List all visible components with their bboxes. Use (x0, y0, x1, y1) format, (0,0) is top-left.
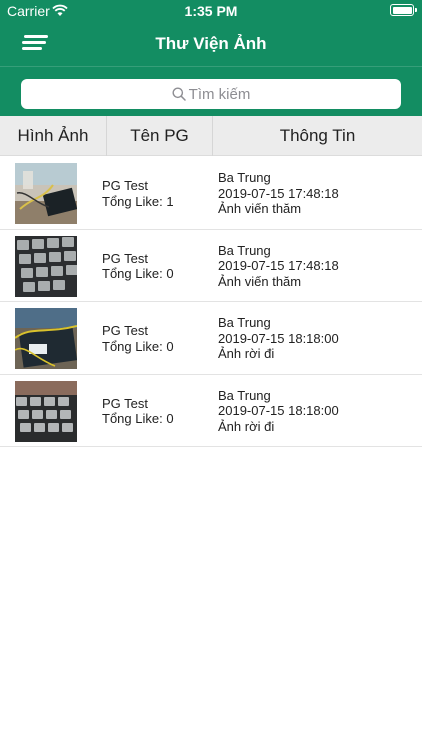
person-name: Ba Trung (218, 170, 271, 185)
pg-cell: PG Test Tổng Like: 0 (102, 323, 174, 354)
table-row[interactable]: PG Test Tổng Like: 0 Ba Trung 2019-07-15… (0, 302, 422, 375)
column-header-info: Thông Tin (279, 126, 356, 145)
like-count: Tổng Like: 0 (102, 266, 174, 281)
photo-note: Ảnh viến thăm (218, 201, 302, 216)
photo-thumbnail[interactable] (15, 308, 77, 369)
photo-thumbnail[interactable] (15, 163, 77, 224)
table-row[interactable]: PG Test Tổng Like: 0 Ba Trung 2019-07-15… (0, 375, 422, 447)
pg-cell: PG Test Tổng Like: 0 (102, 396, 174, 427)
like-count: Tổng Like: 1 (102, 193, 174, 209)
photo-datetime: 2019-07-15 17:48:18 (218, 258, 339, 273)
search-icon (172, 87, 186, 101)
info-cell: Ba Trung 2019-07-15 18:18:00 Ảnh rời đi (218, 315, 339, 362)
pg-cell: PG Test Tổng Like: 1 (102, 178, 174, 209)
person-name: Ba Trung (218, 387, 271, 403)
info-cell: Ba Trung 2019-07-15 18:18:00 Ảnh rời đi (218, 388, 339, 435)
photo-datetime: 2019-07-15 17:48:18 (218, 185, 339, 201)
info-cell: Ba Trung 2019-07-15 17:48:18 Ảnh viến th… (218, 243, 339, 290)
info-cell: Ba Trung 2019-07-15 17:48:18 Ảnh viến th… (218, 170, 339, 217)
photo-note: Ảnh rời đi (218, 418, 275, 434)
table-header: Hình Ảnh Tên PG Thông Tin (0, 116, 422, 156)
pg-name: PG Test (102, 178, 149, 193)
table-row[interactable]: PG Test Tổng Like: 1 Ba Trung 2019-07-15… (0, 157, 422, 230)
like-count: Tổng Like: 0 (102, 338, 174, 354)
app-header: Carrier 1:35 PM Thư Viện Ảnh Tìm kiếm (0, 0, 422, 116)
photo-datetime: 2019-07-15 18:18:00 (218, 330, 339, 346)
clock: 1:35 PM (184, 3, 238, 19)
person-name: Ba Trung (218, 242, 271, 258)
photo-note: Ảnh rời đi (218, 346, 275, 361)
pg-name: PG Test (102, 250, 149, 266)
search-input[interactable]: Tìm kiếm (21, 79, 401, 109)
person-name: Ba Trung (218, 315, 271, 330)
photo-thumbnail[interactable] (15, 380, 77, 442)
nav-divider (0, 66, 422, 67)
photo-thumbnail[interactable] (15, 235, 77, 297)
photo-list: PG Test Tổng Like: 1 Ba Trung 2019-07-15… (0, 157, 422, 447)
pg-name: PG Test (102, 323, 149, 338)
table-row[interactable]: PG Test Tổng Like: 0 Ba Trung 2019-07-15… (0, 230, 422, 302)
battery-icon (390, 4, 417, 16)
pg-cell: PG Test Tổng Like: 0 (102, 251, 174, 282)
status-bar: Carrier 1:35 PM (0, 0, 422, 22)
column-header-pg-name: Tên PG (107, 116, 213, 156)
page-title: Thư Viện Ảnh (155, 34, 267, 53)
like-count: Tổng Like: 0 (102, 411, 174, 426)
photo-note: Ảnh viến thăm (218, 273, 302, 289)
photo-datetime: 2019-07-15 18:18:00 (218, 403, 339, 418)
search-placeholder: Tìm kiếm (188, 85, 251, 103)
pg-name: PG Test (102, 395, 149, 411)
column-header-image: Hình Ảnh (0, 116, 107, 156)
